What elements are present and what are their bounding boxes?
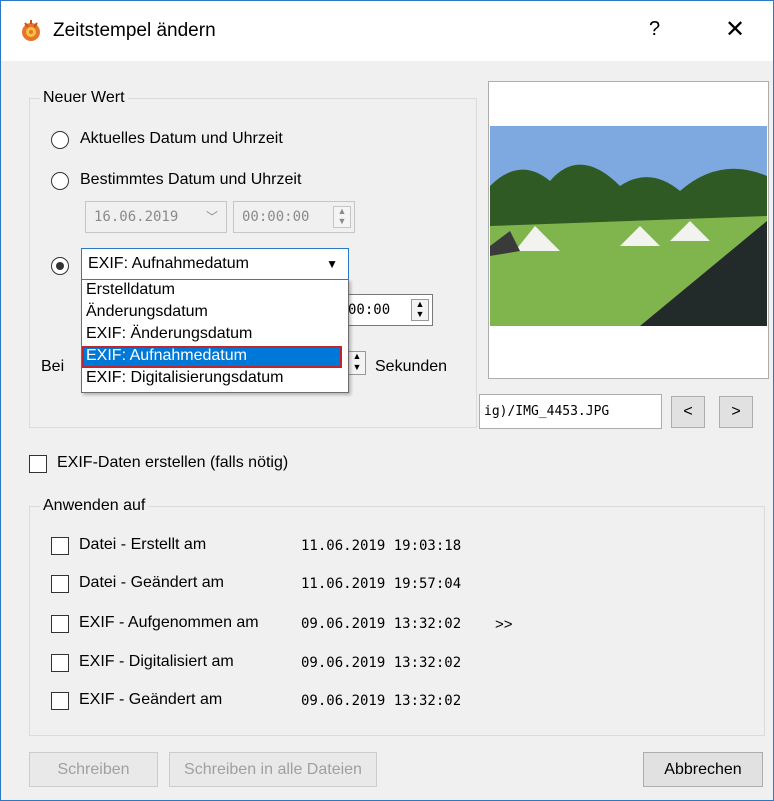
apply-checkbox-exif-digitized[interactable] [51,654,69,672]
time-value: 00:00:00 [242,209,310,225]
radio-current-datetime-label: Aktuelles Datum und Uhrzeit [80,130,283,147]
dropdown-option[interactable]: EXIF: Digitalisierungsdatum [82,368,348,390]
source-combobox-value: EXIF: Aufnahmedatum [88,255,249,272]
apply-timestamp: 09.06.2019 13:32:02 [301,693,462,709]
dropdown-arrow-icon: ▼ [326,257,338,271]
apply-timestamp: 09.06.2019 13:32:02 [301,616,462,632]
file-path-value: ig)/IMG_4453.JPG [484,404,610,419]
apply-label: EXIF - Aufgenommen am [79,614,259,631]
apply-timestamp: 11.06.2019 19:03:18 [301,538,462,554]
offset-time-value: 00:00 [348,302,391,318]
file-path-field[interactable]: ig)/IMG_4453.JPG [479,394,662,429]
apply-checkbox-file-created[interactable] [51,537,69,555]
apply-timestamp: 11.06.2019 19:57:04 [301,576,462,592]
spin-down-icon[interactable]: ▼ [334,217,350,227]
dropdown-option[interactable]: Änderungsdatum [82,302,348,324]
photo-thumbnail [490,126,767,326]
create-exif-label: EXIF-Daten erstellen (falls nötig) [57,454,289,471]
copy-value-link[interactable]: >> [495,616,513,633]
image-preview [488,81,769,379]
date-value: 16.06.2019 [94,209,179,225]
apply-label: Datei - Erstellt am [79,536,207,553]
previous-file-button[interactable]: < [671,396,705,428]
apply-label: EXIF - Digitalisiert am [79,653,234,670]
dialog-window: Zeitstempel ändern ? ✕ Neuer Wert Aktuel… [0,0,774,801]
offset-prefix-label: Bei [41,358,65,375]
apply-timestamp: 09.06.2019 13:32:02 [301,655,462,671]
apply-checkbox-exif-modified[interactable] [51,692,69,710]
apply-label: EXIF - Geändert am [79,691,223,708]
title-bar: Zeitstempel ändern ? ✕ [1,1,773,61]
create-exif-checkbox[interactable] [29,455,47,473]
offset-time-spin[interactable]: ▲ ▼ [411,299,429,321]
dropdown-option[interactable]: Erstelldatum [82,280,348,302]
close-button[interactable]: ✕ [725,15,745,44]
cancel-button[interactable]: Abbrechen [643,752,763,787]
seconds-spin[interactable]: ▲ ▼ [348,351,366,375]
date-picker[interactable]: 16.06.2019 ﹀ [85,201,227,233]
dropdown-option[interactable]: EXIF: Änderungsdatum [82,324,348,346]
radio-specific-datetime[interactable] [51,172,69,190]
radio-exif-source[interactable] [51,257,69,275]
source-dropdown-list[interactable]: Erstelldatum Änderungsdatum EXIF: Änderu… [81,279,349,393]
apply-to-group-label: Anwenden auf [40,497,149,515]
radio-current-datetime[interactable] [51,131,69,149]
apply-label: Datei - Geändert am [79,574,224,591]
chevron-down-icon: ﹀ [205,210,218,224]
spin-down-icon[interactable]: ▼ [412,310,428,320]
next-file-button[interactable]: > [719,396,753,428]
apply-checkbox-exif-taken[interactable] [51,615,69,633]
help-button[interactable]: ? [649,18,660,41]
spin-down-icon[interactable]: ▼ [349,363,365,374]
new-value-group-label: Neuer Wert [40,89,128,107]
app-icon [22,20,40,41]
source-combobox[interactable]: EXIF: Aufnahmedatum ▼ [81,248,349,280]
radio-specific-datetime-label: Bestimmtes Datum und Uhrzeit [80,171,302,188]
write-all-button[interactable]: Schreiben in alle Dateien [169,752,377,787]
dropdown-option-selected[interactable]: EXIF: Aufnahmedatum [82,346,342,368]
write-button[interactable]: Schreiben [29,752,158,787]
time-spin-buttons[interactable]: ▲ ▼ [333,206,351,228]
window-title: Zeitstempel ändern [53,20,216,41]
apply-checkbox-file-modified[interactable] [51,575,69,593]
offset-unit-label: Sekunden [375,358,448,375]
